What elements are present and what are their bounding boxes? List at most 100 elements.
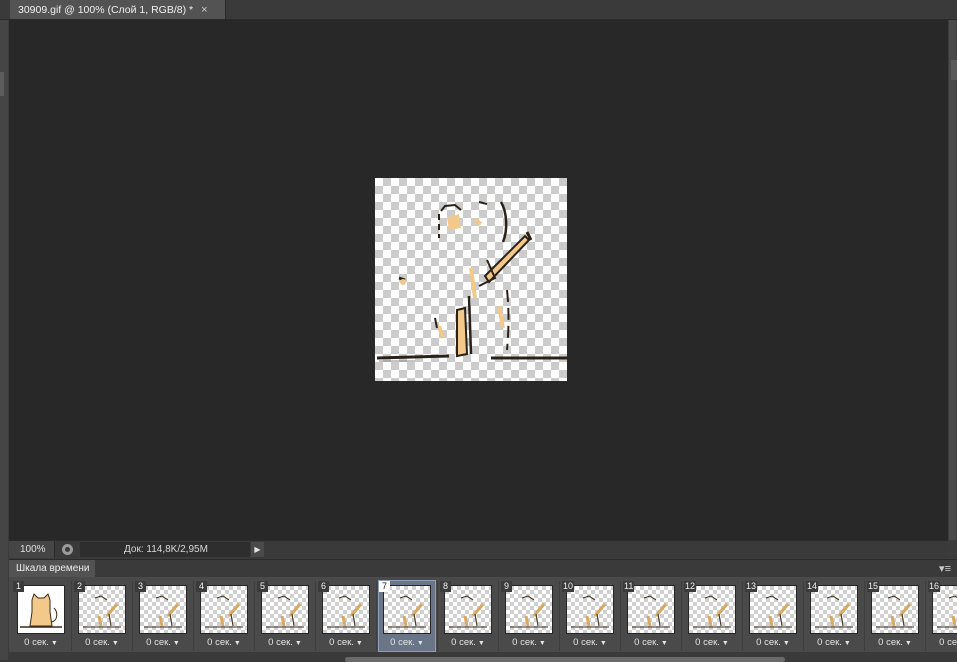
frame-thumbnail[interactable]	[505, 585, 553, 634]
scrollbar-thumb[interactable]	[949, 20, 956, 540]
animation-frame[interactable]: 13 0 сек. ▼	[745, 581, 804, 651]
animation-frame[interactable]: 9 0 сек. ▼	[501, 581, 560, 651]
timeline-controls	[9, 652, 957, 662]
frame-divider	[132, 581, 133, 651]
frame-delay-dropdown[interactable]: 0 сек.▼	[501, 637, 557, 649]
frame-thumbnail[interactable]	[200, 585, 248, 634]
frame-divider	[498, 581, 499, 651]
animation-frame[interactable]: 6 0 сек. ▼	[318, 581, 377, 651]
dropdown-caret-icon: ▼	[294, 640, 302, 647]
frame-delay-dropdown[interactable]: 0 сек.▼	[196, 637, 252, 649]
animation-frame[interactable]: 15 0 сек. ▼	[867, 581, 926, 651]
frame-thumbnail[interactable]	[139, 585, 187, 634]
frame-divider	[71, 581, 72, 651]
frame-number: 3	[135, 581, 146, 592]
animation-frame[interactable]: 16 0 сек.▼	[928, 581, 957, 651]
frame-thumbnail[interactable]	[78, 585, 126, 634]
frame-thumbnail[interactable]	[871, 585, 919, 634]
document-info: Док: 114,8K/2,95M	[80, 542, 250, 557]
timeline-panel-header: Шкала времени ▾≡	[9, 559, 957, 578]
frame-delay-dropdown[interactable]: 0 сек.▼	[135, 637, 191, 649]
frame-delay-dropdown[interactable]: 0 сек.▼	[745, 637, 801, 649]
close-tab-icon[interactable]: ×	[201, 4, 207, 16]
frame-divider	[681, 581, 682, 651]
animation-frame[interactable]: 1 0 сек. ▼	[13, 581, 72, 651]
document-tab[interactable]: 30909.gif @ 100% (Слой 1, RGB/8) * ×	[10, 0, 226, 19]
frame-delay-label: 0 сек.	[390, 637, 415, 648]
timeline-tab[interactable]: Шкала времени	[9, 560, 95, 578]
frame-delay-dropdown[interactable]: 0 сек.▼	[867, 637, 923, 649]
frame-number: 8	[440, 581, 451, 592]
frame-thumbnail[interactable]	[383, 585, 431, 634]
animation-frame[interactable]: 5 0 сек. ▼	[257, 581, 316, 651]
frame-delay-dropdown[interactable]: 0 сек.▼	[74, 637, 130, 649]
animation-frame[interactable]: 10 0 сек. ▼	[562, 581, 621, 651]
tools-panel-collapse-handle[interactable]	[0, 72, 4, 96]
animation-frame[interactable]: 11 0 сек. ▼	[623, 581, 682, 651]
frame-delay-dropdown[interactable]: 0 сек.▼	[379, 637, 435, 649]
frame-thumbnail[interactable]	[932, 585, 957, 634]
animation-frame[interactable]: 4 0 сек. ▼	[196, 581, 255, 651]
dropdown-caret-icon: ▼	[721, 640, 729, 647]
timeline-horizontal-scrollbar[interactable]	[345, 657, 785, 662]
frame-delay-dropdown[interactable]: 0 сек.▼	[928, 637, 957, 649]
frame-divider	[925, 581, 926, 651]
dropdown-caret-icon: ▼	[538, 640, 546, 647]
frame-number: 14	[806, 581, 819, 592]
frame-divider	[376, 581, 377, 651]
export-preview-icon[interactable]	[62, 544, 73, 555]
frame-thumbnail[interactable]	[810, 585, 858, 634]
panels-collapse-handle[interactable]	[951, 60, 957, 80]
frame-delay-dropdown[interactable]: 0 сек.▼	[257, 637, 313, 649]
frame-thumbnail[interactable]	[688, 585, 736, 634]
dropdown-caret-icon: ▼	[416, 640, 424, 647]
zoom-level-field[interactable]: 100%	[9, 541, 55, 558]
tools-panel-edge	[0, 20, 8, 660]
frame-number: 13	[745, 581, 758, 592]
canvas-vertical-scrollbar[interactable]	[948, 20, 957, 540]
document-image[interactable]	[375, 178, 567, 381]
frame-number: 2	[74, 581, 85, 592]
frame-delay-label: 0 сек.	[268, 637, 293, 648]
frame-delay-dropdown[interactable]: 0 сек.▼	[623, 637, 679, 649]
frame-thumbnail[interactable]	[261, 585, 309, 634]
frame-delay-dropdown[interactable]: 0 сек.▼	[13, 637, 69, 649]
animation-frame[interactable]: 2 0 сек. ▼	[74, 581, 133, 651]
frame-delay-dropdown[interactable]: 0 сек.▼	[318, 637, 374, 649]
frame-thumbnail[interactable]	[322, 585, 370, 634]
frame-delay-label: 0 сек.	[939, 637, 957, 648]
frame-thumbnail[interactable]	[444, 585, 492, 634]
frame-delay-label: 0 сек.	[451, 637, 476, 648]
dropdown-caret-icon: ▼	[172, 640, 180, 647]
frame-delay-label: 0 сек.	[512, 637, 537, 648]
frame-thumbnail[interactable]	[627, 585, 675, 634]
frame-divider	[193, 581, 194, 651]
status-menu-arrow-icon[interactable]: ▶	[251, 542, 264, 557]
animation-frame[interactable]: 7 0 сек. ▼	[378, 580, 438, 652]
animation-frame[interactable]: 12 0 сек. ▼	[684, 581, 743, 651]
frame-thumbnail[interactable]	[566, 585, 614, 634]
frame-divider	[437, 581, 438, 651]
status-bar: 100% Док: 114,8K/2,95M ▶	[9, 540, 948, 558]
frame-delay-dropdown[interactable]: 0 сек.▼	[684, 637, 740, 649]
frame-delay-label: 0 сек.	[329, 637, 354, 648]
frame-delay-dropdown[interactable]: 0 сек.▼	[440, 637, 496, 649]
timeline-frames: 10 сек. ▼ 2 0 сек. ▼ 3 0 сек. ▼ 4 0 сек. ▼ 5 0 сек. ▼…	[9, 577, 957, 652]
frame-number: 10	[562, 581, 575, 592]
frame-delay-label: 0 сек.	[24, 637, 49, 648]
animation-frame[interactable]: 3 0 сек. ▼	[135, 581, 194, 651]
frame-delay-dropdown[interactable]: 0 сек.▼	[562, 637, 618, 649]
animation-frame[interactable]: 14 0 сек. ▼	[806, 581, 865, 651]
dropdown-caret-icon: ▼	[233, 640, 241, 647]
frame-delay-dropdown[interactable]: 0 сек.▼	[806, 637, 862, 649]
dropdown-caret-icon: ▼	[660, 640, 668, 647]
panel-menu-icon[interactable]: ▾≡	[939, 562, 951, 575]
frame-divider	[742, 581, 743, 651]
animation-frame[interactable]: 8 0 сек. ▼	[440, 581, 499, 651]
dropdown-caret-icon: ▼	[355, 640, 363, 647]
frame-number: 11	[623, 581, 635, 592]
frame-divider	[803, 581, 804, 651]
frame-thumbnail[interactable]	[749, 585, 797, 634]
frame-thumbnail[interactable]	[17, 585, 65, 634]
frame-divider	[254, 581, 255, 651]
